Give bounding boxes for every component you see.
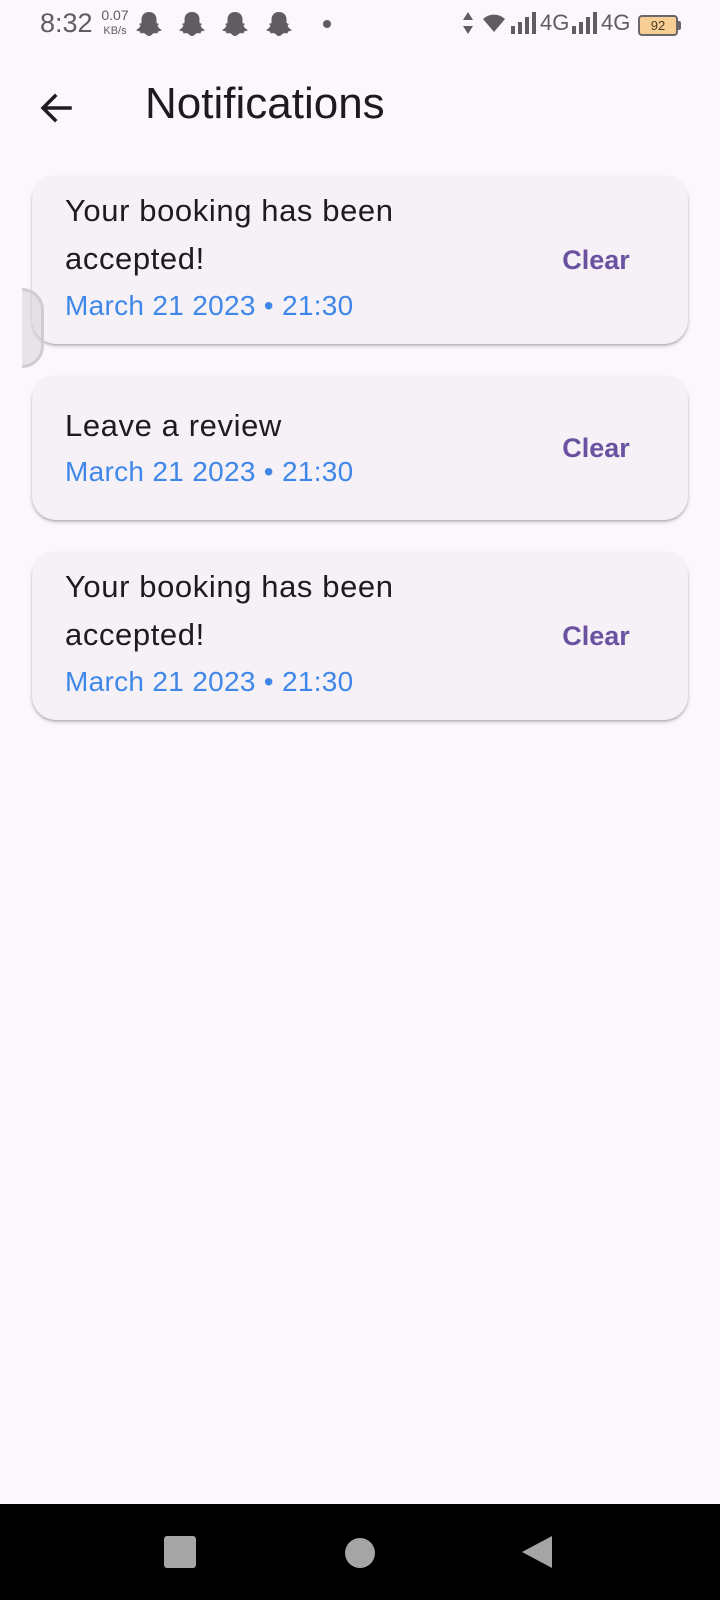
notification-message: Your booking has been accepted! xyxy=(65,569,394,652)
network-type-label: 4G xyxy=(601,10,631,35)
system-nav-bar xyxy=(0,1504,720,1600)
snapchat-ghost-icon xyxy=(179,12,205,36)
clear-button[interactable]: Clear xyxy=(537,420,655,476)
notification-card: Your booking has been accepted! March 21… xyxy=(32,176,688,344)
notification-timestamp: March 21 2023 • 21:30 xyxy=(65,666,354,697)
network-type-label: 4G xyxy=(540,10,570,35)
clear-button[interactable]: Clear xyxy=(537,608,655,664)
notification-timestamp: March 21 2023 • 21:30 xyxy=(65,456,354,487)
notification-message: Leave a review xyxy=(65,408,282,443)
recents-square-icon[interactable] xyxy=(164,1536,196,1568)
arrow-left-icon xyxy=(40,93,72,123)
page-title: Notifications xyxy=(145,79,385,128)
overscroll-glow xyxy=(22,288,44,368)
clear-button[interactable]: Clear xyxy=(537,232,655,288)
network-speed-value: 0.07 xyxy=(101,7,129,23)
battery-tip xyxy=(678,21,681,30)
back-button[interactable] xyxy=(28,80,84,136)
snapchat-ghost-icon xyxy=(266,12,292,36)
notification-card: Leave a review March 21 2023 • 21:30 Cle… xyxy=(32,376,688,520)
notification-timestamp: March 21 2023 • 21:30 xyxy=(65,290,354,321)
signal-icon xyxy=(511,12,536,34)
signal-icon xyxy=(572,12,597,34)
notification-message: Your booking has been accepted! xyxy=(65,193,394,276)
notification-card: Your booking has been accepted! March 21… xyxy=(32,552,688,720)
network-speed: 0.07 KB/s xyxy=(98,8,132,37)
network-speed-unit: KB/s xyxy=(103,25,127,37)
snapchat-ghost-icon xyxy=(136,12,162,36)
status-bar: 8:32 0.07 KB/s 4G 4G 92 xyxy=(0,0,720,48)
dot-icon xyxy=(323,20,331,28)
data-arrows-icon xyxy=(463,12,473,34)
snapchat-ghost-icon xyxy=(222,12,248,36)
status-time: 8:32 xyxy=(40,8,93,38)
back-triangle-icon[interactable] xyxy=(522,1536,552,1568)
notifications-screen: 8:32 0.07 KB/s 4G 4G 92 Notifications Yo… xyxy=(0,0,720,1600)
wifi-icon xyxy=(483,14,505,32)
battery-icon: 92 xyxy=(638,15,678,36)
home-circle-icon[interactable] xyxy=(345,1538,375,1568)
